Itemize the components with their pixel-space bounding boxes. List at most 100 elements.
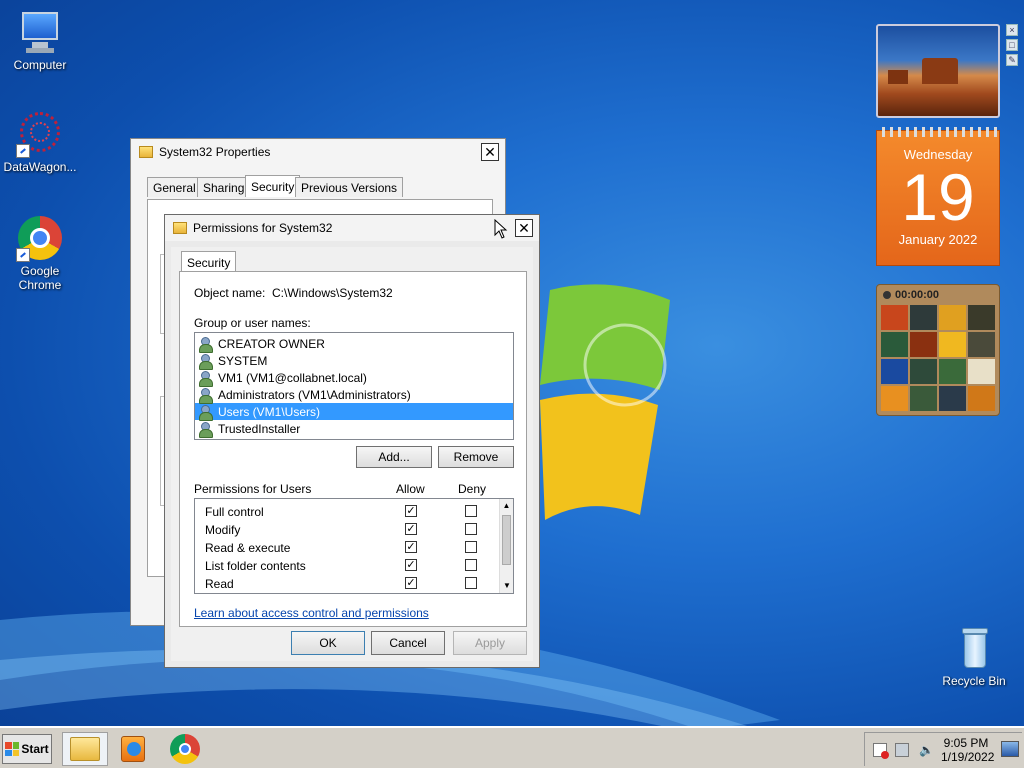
permission-row: Modify <box>205 523 241 537</box>
media-player-icon <box>121 736 145 762</box>
apply-button[interactable]: Apply <box>453 631 527 655</box>
ok-button[interactable]: OK <box>291 631 365 655</box>
close-button[interactable]: ✕ <box>481 143 499 161</box>
tab-security[interactable]: Security <box>181 251 237 273</box>
network-icon[interactable] <box>895 743 909 757</box>
folder-icon <box>139 146 153 158</box>
calendar-rings <box>877 127 999 137</box>
user-list-item[interactable]: CREATOR OWNER <box>195 335 513 353</box>
group-icon <box>199 421 215 438</box>
group-icon <box>199 404 215 421</box>
chrome-icon <box>16 214 64 262</box>
gadget-size-icon[interactable]: □ <box>1006 39 1018 51</box>
desktop-icon-label: DataWagon... <box>3 160 77 174</box>
allow-checkbox[interactable]: ✓ <box>405 505 417 517</box>
user-list-item-selected[interactable]: Users (VM1\Users) <box>195 403 513 421</box>
allow-checkbox[interactable]: ✓ <box>405 541 417 553</box>
properties-titlebar[interactable]: System32 Properties ✕ <box>131 139 505 165</box>
permissions-dialog[interactable]: Permissions for System32 ✕ Security Obje… <box>164 214 540 668</box>
volume-icon[interactable]: 🔈 <box>919 743 934 757</box>
allow-checkbox[interactable]: ✓ <box>405 559 417 571</box>
permissions-scrollbar[interactable]: ▲ ▼ <box>499 499 513 593</box>
user-list-item[interactable]: TrustedInstaller <box>195 420 513 438</box>
desktop-icon-label: Computer <box>13 58 67 72</box>
folder-icon <box>173 222 187 234</box>
computer-icon <box>16 8 64 56</box>
group-icon <box>199 353 215 370</box>
permission-row: Read <box>205 577 234 591</box>
scroll-down-icon[interactable]: ▼ <box>500 579 513 593</box>
remove-button[interactable]: Remove <box>438 446 514 468</box>
desktop-icon-label: Google Chrome <box>18 264 62 292</box>
user-list[interactable]: CREATOR OWNER SYSTEM VM1 (VM1@collabnet.… <box>194 332 514 440</box>
properties-title: System32 Properties <box>159 145 271 159</box>
allow-checkbox[interactable]: ✓ <box>405 577 417 589</box>
user-list-item[interactable]: Administrators (VM1\Administrators) <box>195 386 513 404</box>
calendar-gadget[interactable]: Wednesday 19 January 2022 <box>876 127 1000 266</box>
scroll-thumb[interactable] <box>502 515 511 565</box>
tab-sharing[interactable]: Sharing <box>197 177 251 197</box>
group-icon <box>199 336 215 353</box>
slideshow-gadget[interactable] <box>876 24 1000 118</box>
puzzle-grid[interactable] <box>881 305 995 411</box>
gadget-options-icon[interactable]: ✎ <box>1006 54 1018 66</box>
gadget-close-icon[interactable]: × <box>1006 24 1018 36</box>
taskbar-explorer[interactable] <box>62 732 108 766</box>
deny-checkbox[interactable] <box>465 523 477 535</box>
desktop-icon-google-chrome[interactable]: Google Chrome <box>0 214 80 292</box>
learn-access-control-link[interactable]: Learn about access control and permissio… <box>194 606 429 620</box>
recycle-bin-icon <box>950 624 998 672</box>
chrome-icon <box>170 734 200 764</box>
permissions-for-label: Permissions for Users <box>194 482 312 496</box>
show-desktop-button[interactable] <box>1001 741 1019 757</box>
deny-checkbox[interactable] <box>465 505 477 517</box>
taskbar-media-player[interactable] <box>110 732 156 766</box>
permission-row: Full control <box>205 505 264 519</box>
permissions-title: Permissions for System32 <box>193 221 333 235</box>
user-list-item[interactable]: VM1 (VM1@collabnet.local) <box>195 369 513 387</box>
tab-security[interactable]: Security <box>245 175 301 197</box>
close-button[interactable]: ✕ <box>515 219 533 237</box>
taskbar-chrome[interactable] <box>162 732 208 766</box>
action-center-icon[interactable] <box>873 743 889 759</box>
tab-general[interactable]: General <box>147 177 202 197</box>
permissions-list[interactable]: Full control Modify Read & execute List … <box>194 498 514 594</box>
scroll-up-icon[interactable]: ▲ <box>500 499 513 513</box>
cancel-button[interactable]: Cancel <box>371 631 445 655</box>
taskbar-clock[interactable]: 9:05 PM 1/19/2022 <box>941 736 995 764</box>
properties-tabbar: General Sharing Security Previous Versio… <box>147 175 507 199</box>
permission-row: Read & execute <box>205 541 291 555</box>
security-tab-panel: Object name: C:\Windows\System32 Group o… <box>179 271 527 627</box>
desktop-icon-computer[interactable]: Computer <box>0 8 80 72</box>
deny-checkbox[interactable] <box>465 541 477 553</box>
desktop-icon-label: Recycle Bin <box>942 674 1006 688</box>
shortcut-arrow-icon <box>16 248 30 262</box>
gadget-controls: × □ ✎ <box>1006 24 1020 94</box>
add-button[interactable]: Add... <box>356 446 432 468</box>
calendar-day: 19 <box>901 160 975 234</box>
datawagon-icon <box>16 110 64 158</box>
picture-puzzle-gadget[interactable]: 00:00:00 <box>876 284 1000 416</box>
start-button[interactable]: Start <box>2 734 52 764</box>
folder-icon <box>70 737 100 761</box>
puzzle-timer: 00:00:00 <box>881 289 995 303</box>
tab-previous-versions[interactable]: Previous Versions <box>295 177 404 197</box>
user-list-item[interactable]: SYSTEM <box>195 352 513 370</box>
permissions-titlebar[interactable]: Permissions for System32 ✕ <box>165 215 539 241</box>
deny-checkbox[interactable] <box>465 559 477 571</box>
deny-checkbox[interactable] <box>465 577 477 589</box>
desktop-icon-datawagon[interactable]: DataWagon... <box>0 110 80 174</box>
allow-checkbox[interactable]: ✓ <box>405 523 417 535</box>
clock-date: 1/19/2022 <box>941 750 995 764</box>
deny-header: Deny <box>458 482 487 496</box>
object-name-label: Object name: <box>194 286 266 300</box>
shortcut-arrow-icon <box>16 144 30 158</box>
object-name-value: C:\Windows\System32 <box>272 286 393 300</box>
desktop-icon-recycle-bin[interactable]: Recycle Bin <box>934 624 1014 688</box>
windows-logo-wallpaper <box>540 284 670 520</box>
clock-time: 9:05 PM <box>943 736 989 750</box>
system-tray: 🔈 9:05 PM 1/19/2022 <box>864 732 1022 766</box>
group-icon <box>199 387 215 404</box>
windows-logo-icon <box>5 742 20 756</box>
user-icon <box>199 370 215 387</box>
